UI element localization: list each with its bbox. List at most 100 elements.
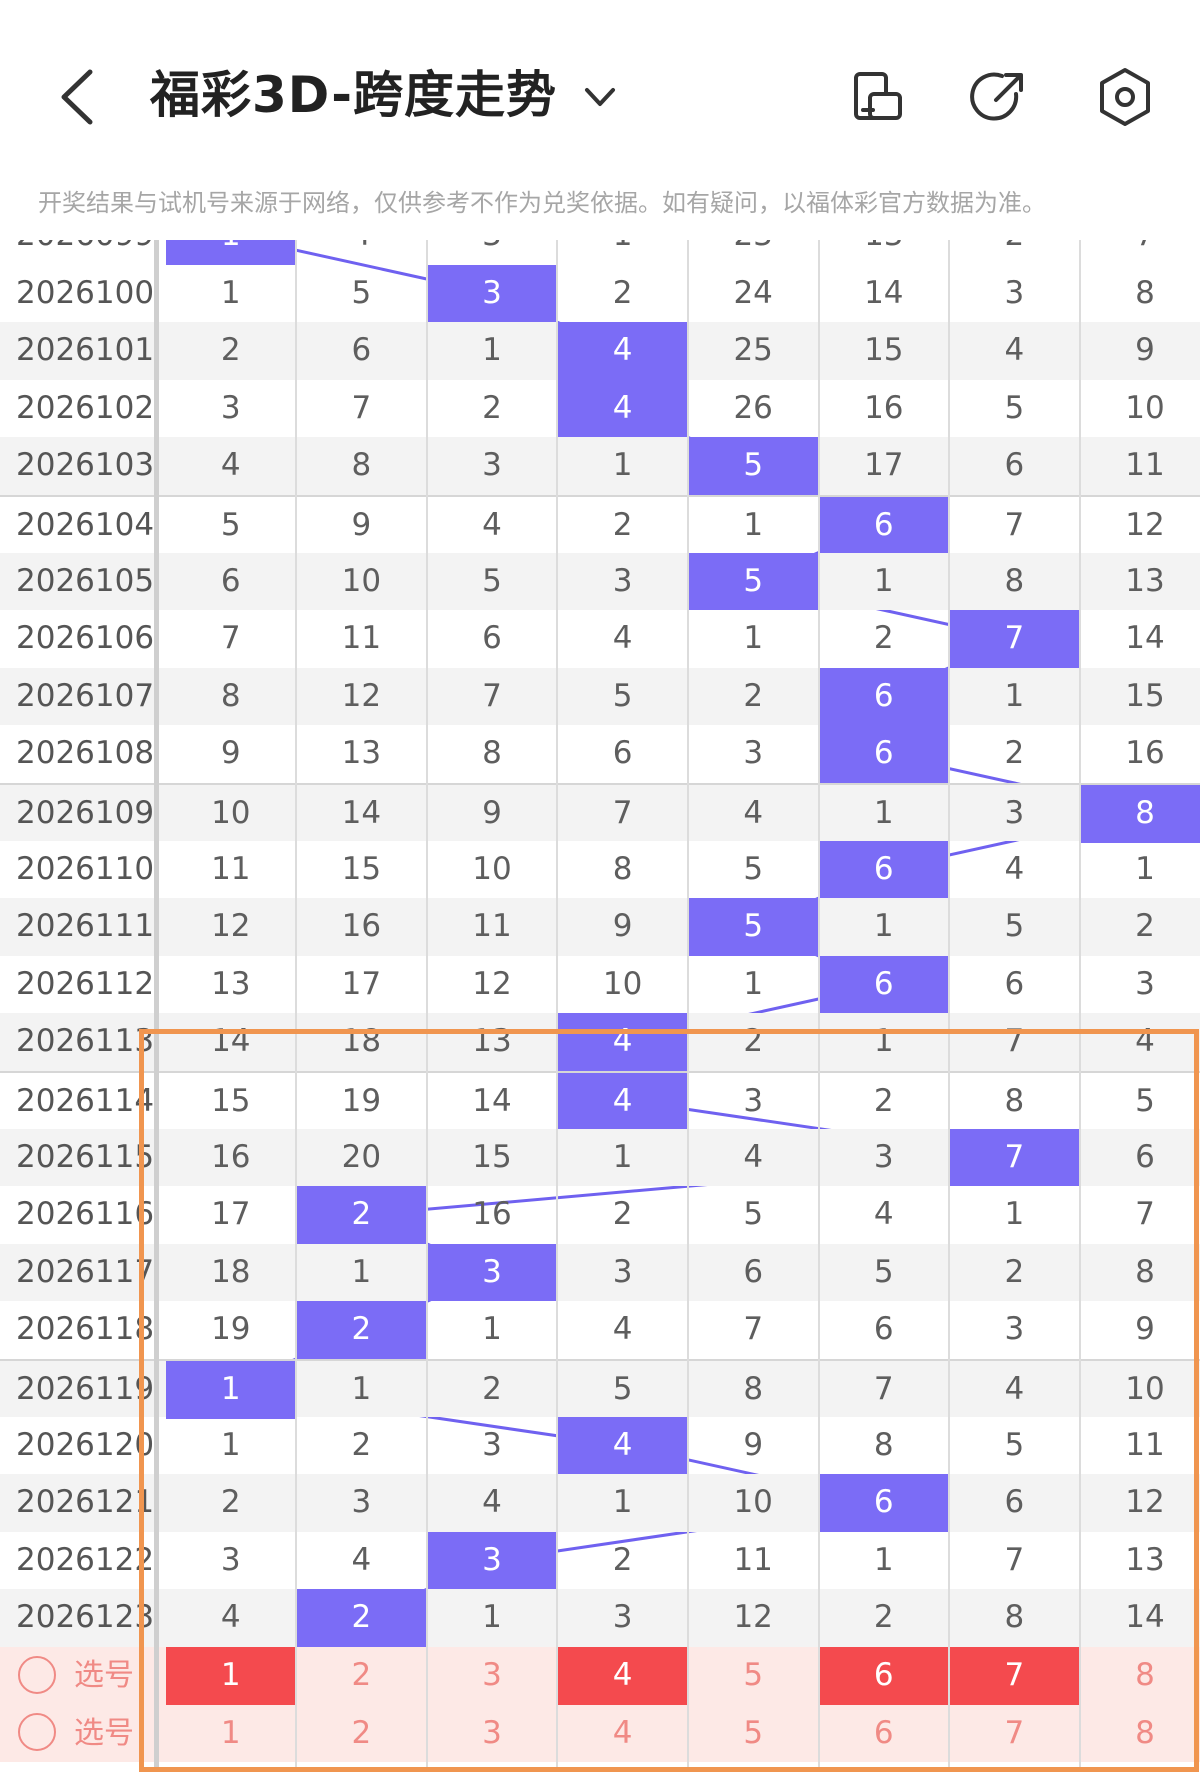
picker-number-selected[interactable]: 4 <box>557 1647 688 1705</box>
omission-cell: 7 <box>1004 1023 1025 1060</box>
omission-cell: 14 <box>864 274 904 311</box>
column-divider <box>153 240 159 1772</box>
table-row: 2026108 9 13 8 6 3 6 2 16 <box>0 725 1200 783</box>
period-number: 2026114 <box>16 1083 155 1119</box>
omission-cell: 12 <box>1125 507 1165 543</box>
omission-cell: 3 <box>873 1138 894 1175</box>
omission-cell: 1 <box>612 1138 633 1175</box>
column-divider <box>556 240 559 1772</box>
span-hit-cell: 3 <box>426 1531 558 1590</box>
omission-cell: 9 <box>1135 332 1155 369</box>
picker-number[interactable]: 4 <box>557 1705 688 1763</box>
omission-cell: 3 <box>351 1484 372 1521</box>
omission-cell: 10 <box>472 850 512 887</box>
omission-cell: 4 <box>296 240 427 265</box>
picker-number[interactable]: 8 <box>1080 1705 1200 1763</box>
omission-cell: 5 <box>1004 1426 1025 1463</box>
picker-number-selected[interactable]: 6 <box>818 1647 950 1705</box>
picker-number-selected[interactable]: 7 <box>949 1647 1080 1705</box>
omission-cell: 6 <box>1004 1484 1025 1521</box>
picker-number[interactable]: 6 <box>819 1705 950 1763</box>
omission-cell: 1 <box>220 274 241 311</box>
picker-number[interactable]: 8 <box>1080 1647 1200 1705</box>
omission-cell: 20 <box>341 1138 382 1175</box>
picker-number[interactable]: 5 <box>688 1705 819 1763</box>
omission-cell: 7 <box>1080 240 1200 265</box>
radio-circle-icon[interactable] <box>18 1655 56 1694</box>
table-row: 2026121 2 3 4 1 10 6 6 12 <box>0 1474 1200 1532</box>
column-divider <box>295 240 298 1772</box>
period-number: 2026122 <box>16 1541 155 1578</box>
picker-row-label[interactable]: 选号 <box>18 1647 134 1705</box>
back-arrow-icon[interactable] <box>50 62 110 132</box>
page-title[interactable]: 福彩3D-跨度走势 <box>150 60 557 130</box>
column-divider <box>817 240 820 1772</box>
table-row: 20260991431231327 <box>0 240 1200 265</box>
omission-cell: 2 <box>220 1484 241 1521</box>
omission-cell: 5 <box>612 677 633 714</box>
omission-cell: 2 <box>482 389 502 426</box>
omission-cell: 1 <box>351 1253 372 1290</box>
period-number: 2026110 <box>16 850 155 887</box>
column-divider <box>1078 240 1081 1772</box>
layout-toggle-icon[interactable] <box>846 64 912 130</box>
picker-row-label[interactable]: 选号 <box>18 1705 134 1763</box>
omission-cell: 17 <box>211 1196 251 1233</box>
omission-cell: 1 <box>220 1426 241 1463</box>
omission-cell: 8 <box>482 735 502 772</box>
radio-circle-icon[interactable] <box>18 1713 56 1752</box>
omission-cell: 12 <box>211 908 251 945</box>
span-hit-cell: 7 <box>949 610 1080 668</box>
omission-cell: 8 <box>873 1426 894 1463</box>
chevron-down-icon[interactable] <box>575 78 625 118</box>
picker-number-selected[interactable]: 1 <box>165 1647 297 1705</box>
omission-cell: 2 <box>1135 908 1155 945</box>
picker-number[interactable]: 1 <box>166 1705 297 1763</box>
table-row: 2026120 1 2 3 4 9 8 5 11 <box>0 1416 1200 1475</box>
picker-number[interactable]: 3 <box>427 1647 558 1705</box>
table-row: 2026110 11 15 10 8 5 6 4 1 <box>0 840 1200 899</box>
table-row: 2026105 6 10 5 3 5 1 8 13 <box>0 552 1200 611</box>
period-number: 2026115 <box>16 1138 155 1175</box>
picker-number[interactable]: 3 <box>427 1705 558 1763</box>
omission-cell: 3 <box>1004 795 1025 831</box>
omission-cell: 4 <box>1004 850 1025 887</box>
omission-cell: 10 <box>733 1484 773 1521</box>
omission-cell: 2 <box>612 274 633 311</box>
period-number: 2026123 <box>16 1599 155 1636</box>
span-hit-cell: 2 <box>296 1301 427 1359</box>
table-row: 2026123 4 2 1 3 12 2 8 14 <box>0 1589 1200 1647</box>
omission-cell: 15 <box>341 850 382 887</box>
picker-number[interactable]: 2 <box>296 1705 427 1763</box>
omission-cell: 25 <box>733 332 773 369</box>
omission-cell: 5 <box>351 274 372 311</box>
omission-cell: 3 <box>743 735 764 772</box>
omission-cell: 2 <box>612 1196 633 1233</box>
omission-cell: 3 <box>743 1083 764 1119</box>
period-number: 2026099 <box>0 240 155 265</box>
period-number: 2026104 <box>16 507 155 543</box>
omission-cell: 2 <box>612 507 633 543</box>
span-hit-cell: 5 <box>687 898 819 956</box>
period-number: 2026109 <box>16 795 155 831</box>
omission-cell: 16 <box>341 908 382 945</box>
picker-number[interactable]: 7 <box>949 1705 1080 1763</box>
period-number: 2026103 <box>16 447 155 484</box>
omission-cell: 8 <box>1004 1599 1025 1636</box>
settings-icon[interactable] <box>1092 64 1158 130</box>
omission-cell: 1 <box>873 908 894 945</box>
omission-cell: 15 <box>864 332 904 369</box>
omission-cell: 10 <box>1125 1371 1165 1407</box>
share-icon[interactable] <box>966 64 1032 130</box>
omission-cell: 6 <box>1004 965 1025 1002</box>
omission-cell: 11 <box>472 908 512 945</box>
picker-number[interactable]: 2 <box>296 1647 427 1705</box>
omission-cell: 3 <box>427 240 558 265</box>
omission-cell: 5 <box>743 850 764 887</box>
omission-cell: 6 <box>1004 447 1025 484</box>
span-hit-cell: 5 <box>687 437 819 495</box>
picker-number[interactable]: 5 <box>688 1647 819 1705</box>
omission-cell: 16 <box>472 1196 512 1233</box>
omission-cell: 7 <box>1135 1196 1155 1233</box>
omission-cell: 7 <box>873 1371 894 1407</box>
